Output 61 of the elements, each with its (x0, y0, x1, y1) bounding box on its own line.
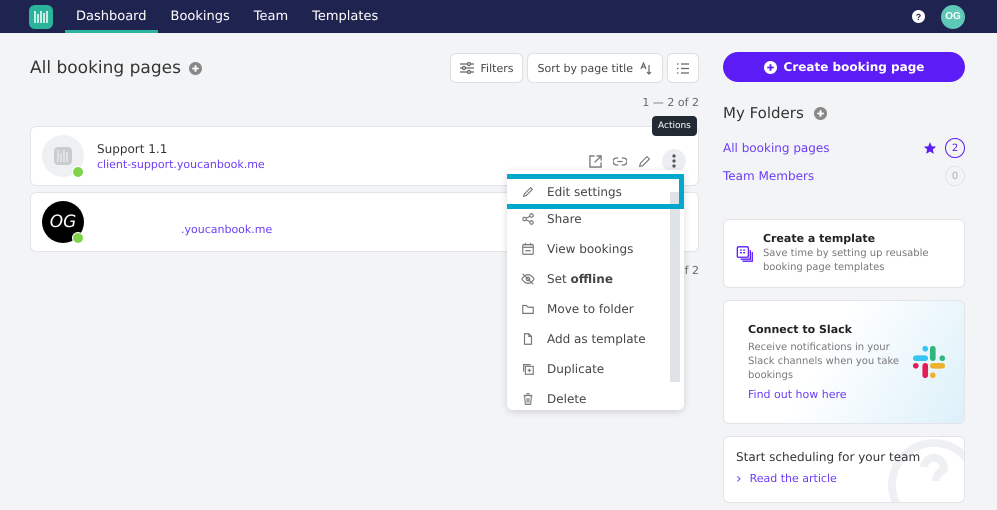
add-icon (764, 60, 777, 74)
filters-button[interactable]: Filters (450, 53, 524, 83)
duplicate-icon (521, 362, 535, 376)
create-booking-page-button[interactable]: Create booking page (723, 52, 965, 82)
star-icon (923, 141, 937, 155)
folder-icon (521, 302, 535, 316)
folder-link[interactable]: All booking pages (723, 141, 830, 155)
folder-link[interactable]: Team Members (723, 169, 814, 183)
menu-item[interactable]: Duplicate (507, 354, 671, 384)
file-icon (521, 332, 535, 346)
add-icon[interactable] (188, 62, 202, 74)
menu-item[interactable]: Share (507, 204, 671, 234)
open-external-icon[interactable] (589, 154, 602, 168)
folder-count-badge: 2 (945, 138, 965, 158)
page-avatar: OG (42, 201, 84, 243)
more-actions-button[interactable] (662, 149, 686, 173)
nav-tab[interactable]: Dashboard (65, 0, 158, 33)
list-icon (677, 62, 689, 74)
share-icon (521, 212, 535, 226)
list-view-button[interactable] (667, 53, 699, 83)
logo-icon (29, 4, 53, 28)
add-folder-icon[interactable] (814, 106, 827, 120)
card-title: Create a template (762, 232, 876, 245)
edit-icon[interactable] (638, 154, 651, 168)
read-article-link[interactable]: Read the article (750, 472, 837, 485)
scrollbar[interactable] (670, 192, 680, 382)
slack-logo-icon (912, 344, 946, 380)
chevron-icon: › (736, 472, 742, 484)
page-title: All booking pages (30, 58, 181, 78)
link-icon[interactable] (613, 156, 627, 166)
card-title: Start scheduling for your team (736, 450, 922, 464)
page-name: Support 1.1 (97, 142, 168, 156)
folder-count-badge: 0 (945, 166, 965, 186)
pagination-count: 1 — 2 of 2 (641, 96, 699, 110)
sort-icon (640, 62, 653, 74)
nav-tab[interactable]: Team (242, 0, 300, 33)
page-url-link[interactable]: client-support.youcanbook.me (97, 158, 265, 170)
template-card[interactable]: Create a template Save time by setting up reusable booking page templates (723, 219, 965, 288)
edit-icon (521, 184, 535, 198)
sort-button[interactable]: Sort by page title (527, 53, 663, 83)
page-url-link[interactable]: .youcanbook.me (181, 223, 272, 236)
sliders-icon (460, 62, 474, 74)
find-out-link[interactable]: Find out how here (748, 388, 904, 401)
help-button[interactable]: ? (912, 10, 925, 23)
delete-icon (521, 392, 535, 406)
pagination-count: f 2 (684, 264, 699, 278)
menu-item[interactable]: Delete (507, 384, 671, 410)
card-description: Receive notifications in your Slack channels when you take bookings (748, 341, 900, 383)
actions-tooltip: Actions (652, 116, 697, 136)
nav-tab[interactable]: Templates (301, 0, 390, 33)
card-description: Save time by setting up reusable booking page templates (762, 247, 930, 275)
offline-icon (521, 272, 535, 286)
nav-tab[interactable]: Bookings (160, 0, 241, 33)
menu-item[interactable]: Move to folder (507, 294, 671, 324)
more-icon (672, 154, 676, 168)
calendar-icon (521, 242, 535, 256)
card-title: Connect to Slack (748, 323, 853, 336)
folders-title: My Folders (723, 104, 804, 122)
menu-item[interactable]: Add as template (507, 324, 671, 354)
menu-item[interactable]: Set offline (507, 264, 671, 294)
page-logo-icon (42, 135, 84, 177)
